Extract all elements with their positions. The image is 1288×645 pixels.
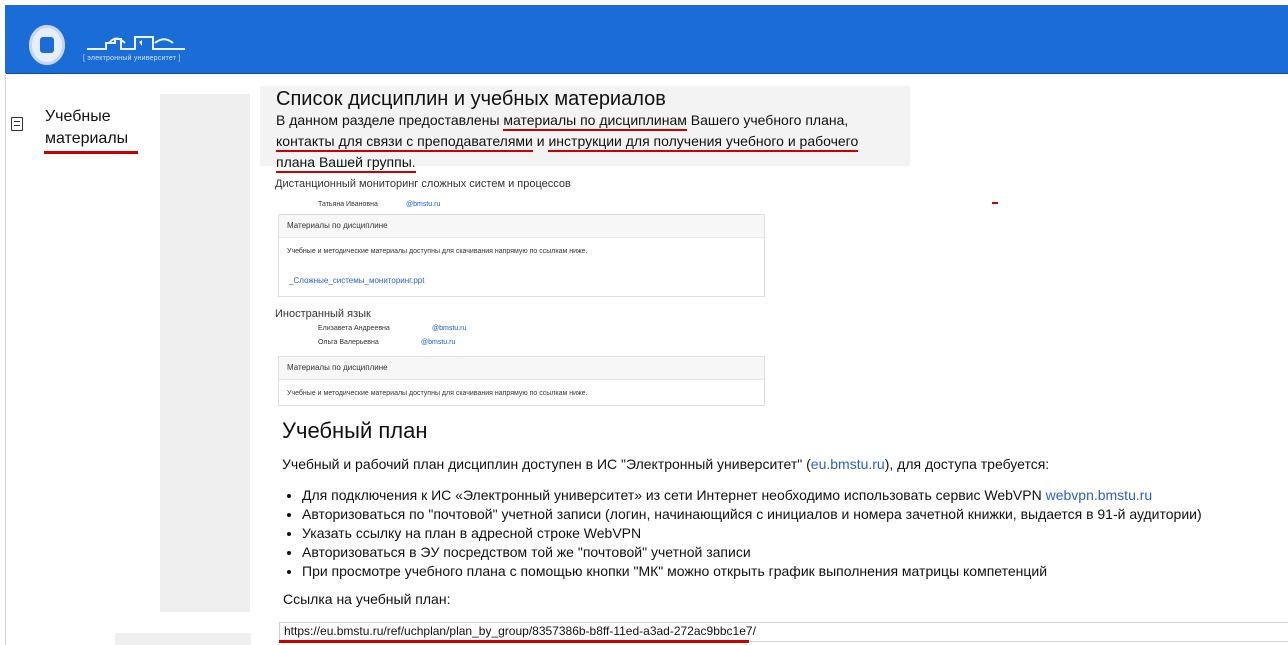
plan-intro: Учебный и рабочий план дисциплин доступе…	[282, 456, 1049, 472]
course1-box-title: Материалы по дисциплине	[279, 215, 764, 238]
plan-step: Авторизоваться в ЭУ посредством той же "…	[302, 543, 1202, 562]
intro-part4: контакты для связи с преподавателями	[276, 133, 533, 152]
course1-box-text: Учебные и методические материалы доступн…	[287, 248, 588, 255]
plan-step: Для подключения к ИС «Электронный универ…	[302, 486, 1202, 505]
brand-subtitle: [ электронный университет ]	[83, 55, 181, 62]
intro-part2: материалы по дисциплинам	[503, 112, 687, 131]
plan-step: Авторизоваться по "почтовой" учетной зап…	[302, 505, 1202, 524]
intro-part3: Вашего учебного плана,	[686, 112, 849, 128]
course2-teacher1-name: Елизавета Андреевна	[318, 325, 390, 332]
red-mark	[992, 202, 998, 204]
university-crest-icon[interactable]	[29, 25, 65, 65]
webvpn-link[interactable]: webvpn.bmstu.ru	[1046, 487, 1153, 503]
course2-title: Иностранный язык	[275, 308, 371, 320]
sidebar-underline	[44, 151, 138, 154]
plan-text-part1: Учебный и рабочий план дисциплин доступе…	[282, 456, 811, 472]
page-title: Список дисциплин и учебных материалов	[276, 88, 666, 110]
course1-file-link[interactable]: _Сложные_системы_мониторинг.ppt	[279, 268, 764, 293]
plan-url-text: https://eu.bmstu.ru/ref/uchplan/plan_by_…	[284, 624, 756, 638]
plan-steps-list: Для подключения к ИС «Электронный универ…	[283, 486, 1202, 581]
document-list-icon[interactable]	[11, 117, 23, 131]
course2-teacher2-email[interactable]: @bmstu.ru	[421, 339, 455, 346]
url-underline	[279, 640, 749, 643]
plan-step: При просмотре учебного плана с помощью к…	[302, 562, 1202, 581]
course1-materials-box: Материалы по дисциплине Учебные и методи…	[278, 214, 765, 297]
course2-teacher1-email[interactable]: @bmstu.ru	[432, 325, 466, 332]
plan-url-field[interactable]: https://eu.bmstu.ru/ref/uchplan/plan_by_…	[279, 622, 1288, 642]
plan-text-part2: ), для доступа требуется:	[884, 456, 1050, 472]
course2-teacher2-name: Ольга Валерьевна	[318, 339, 379, 346]
intro-part1: В данном разделе предоставлены	[276, 112, 504, 128]
eu-link[interactable]: eu.bmstu.ru	[811, 456, 885, 472]
sidebar-gray-panel	[160, 94, 250, 612]
course2-box-title: Материалы по дисциплине	[279, 357, 764, 380]
course2-materials-box: Материалы по дисциплине Учебные и методи…	[278, 356, 765, 406]
app-window: [ электронный университет ] Учебные мате…	[0, 0, 1288, 645]
left-divider	[5, 73, 6, 645]
plan-link-label: Ссылка на учебный план:	[283, 591, 451, 607]
plan-title: Учебный план	[282, 418, 428, 443]
course1-teacher-name: Татьяна Ивановна	[318, 201, 378, 208]
sidebar-gray-bottom	[115, 633, 251, 645]
course2-box-text: Учебные и методические материалы доступн…	[287, 390, 588, 397]
plan-step: Указать ссылку на план в адресной строке…	[302, 524, 1202, 543]
course1-teacher-email[interactable]: @bmstu.ru	[406, 201, 440, 208]
top-header: [ электронный университет ]	[5, 5, 1288, 74]
intro-text: В данном разделе предоставлены материалы…	[276, 110, 896, 173]
intro-part5: и	[532, 133, 549, 149]
course1-title: Дистанционный мониторинг сложных систем …	[275, 178, 571, 190]
sidebar-item-learning-materials[interactable]: Учебные материалы	[45, 106, 128, 150]
